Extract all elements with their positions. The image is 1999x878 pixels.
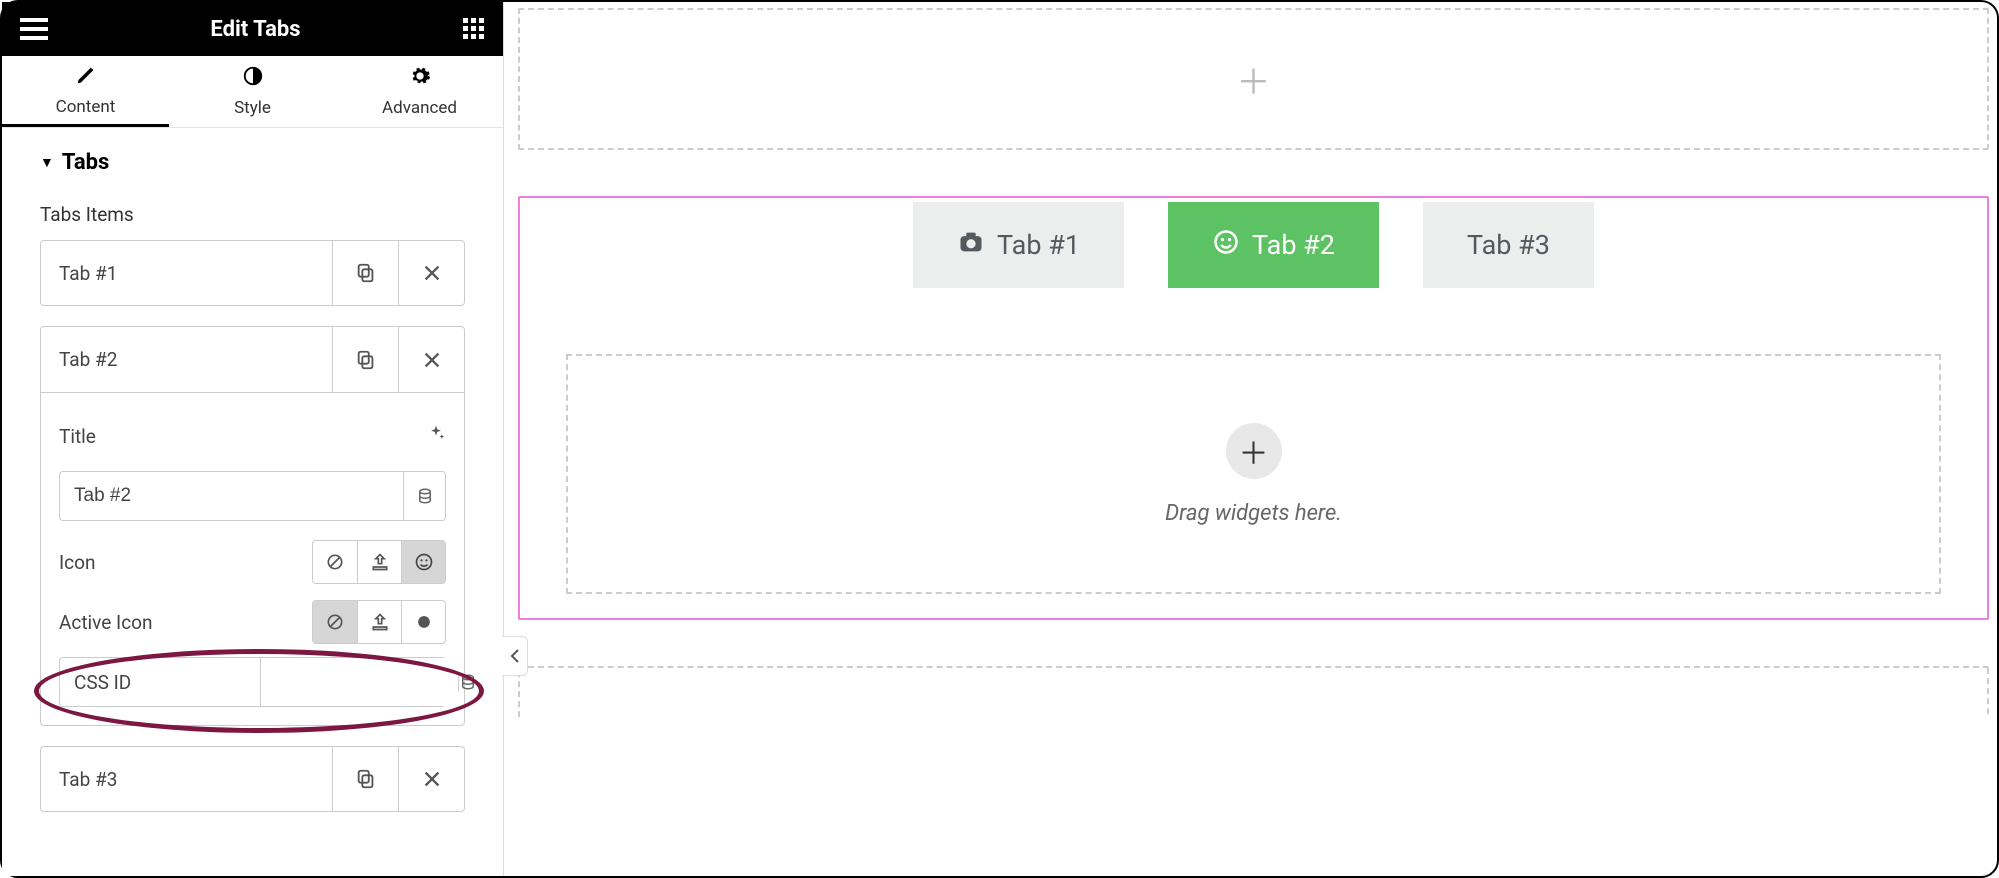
tab-nav-3[interactable]: Tab #3 [1423, 202, 1594, 288]
active-icon-options [312, 600, 446, 644]
active-icon-none-option[interactable] [313, 601, 357, 643]
tabs-widget-selected[interactable]: Tab #1 Tab #2 Tab #3 ＋ Drag widgets here… [518, 196, 1989, 620]
smile-icon [1212, 228, 1240, 263]
panel-tab-label: Content [56, 97, 116, 117]
remove-button[interactable] [398, 747, 464, 811]
icon-options [312, 540, 446, 584]
duplicate-button[interactable] [332, 327, 398, 392]
icon-library-option[interactable] [401, 541, 445, 583]
active-icon-label: Active Icon [59, 611, 153, 634]
sidebar-title: Edit Tabs [210, 17, 300, 42]
active-icon-upload-option[interactable] [357, 601, 401, 643]
remove-button[interactable] [398, 241, 464, 305]
tab-nav-label: Tab #2 [1252, 229, 1335, 261]
section-toggle-tabs[interactable]: ▼ Tabs [40, 150, 465, 175]
tab-nav-label: Tab #1 [997, 229, 1080, 261]
active-icon-control-row: Active Icon [59, 597, 446, 647]
caret-down-icon: ▼ [40, 154, 54, 171]
icon-control-row: Icon [59, 537, 446, 587]
tab-nav-1[interactable]: Tab #1 [913, 202, 1124, 288]
tab-advanced[interactable]: Advanced [336, 56, 503, 127]
tab-content-area: ＋ Drag widgets here. [520, 288, 1987, 618]
tab-item-expanded: Tab #2 Title Icon [40, 326, 465, 726]
title-input[interactable] [60, 472, 403, 520]
ai-sparkle-icon[interactable] [426, 424, 446, 448]
duplicate-button[interactable] [332, 747, 398, 811]
tab-nav-2[interactable]: Tab #2 [1168, 202, 1379, 288]
section-title: Tabs [62, 150, 109, 175]
css-id-row: CSS ID [59, 657, 446, 707]
title-input-wrap [59, 471, 446, 521]
dropzone-hint: Drag widgets here. [1165, 501, 1342, 526]
camera-icon [957, 228, 985, 263]
contrast-icon [242, 65, 264, 92]
tab-item-title[interactable]: Tab #3 [41, 747, 332, 811]
widgets-grid-icon[interactable] [463, 18, 485, 40]
add-widget-button[interactable]: ＋ [1226, 423, 1282, 479]
active-icon-library-option[interactable] [401, 601, 445, 643]
sidebar-header: Edit Tabs [2, 2, 503, 56]
icon-none-option[interactable] [313, 541, 357, 583]
tabs-items-label: Tabs Items [40, 203, 465, 226]
title-label: Title [59, 425, 96, 448]
dynamic-data-icon[interactable] [403, 472, 445, 520]
add-section-icon[interactable]: ＋ [1237, 55, 1271, 104]
section-dropzone-bottom[interactable] [518, 666, 1989, 718]
widget-dropzone[interactable]: ＋ Drag widgets here. [566, 354, 1941, 594]
dynamic-data-icon[interactable] [458, 673, 477, 691]
gear-icon [409, 65, 431, 92]
duplicate-button[interactable] [332, 241, 398, 305]
icon-upload-option[interactable] [357, 541, 401, 583]
tab-item-title[interactable]: Tab #2 [41, 327, 332, 392]
tab-content[interactable]: Content [2, 56, 169, 127]
tab-item-row: Tab #1 [40, 240, 465, 306]
panel-tabs: Content Style Advanced [2, 56, 503, 128]
editor-sidebar: Edit Tabs Content Style Advanced ▼ Tabs … [2, 2, 504, 876]
pencil-icon [75, 64, 97, 91]
remove-button[interactable] [398, 327, 464, 392]
section-dropzone-top[interactable]: ＋ [518, 8, 1989, 150]
editor-canvas: ＋ Tab #1 Tab #2 Tab #3 ＋ Drag widgets he… [504, 2, 1997, 876]
panel-tab-label: Style [234, 98, 271, 118]
tab-style[interactable]: Style [169, 56, 336, 127]
menu-icon[interactable] [20, 18, 48, 40]
tab-item-row: Tab #2 [41, 327, 464, 393]
tabs-nav: Tab #1 Tab #2 Tab #3 [520, 198, 1987, 288]
css-id-input[interactable] [260, 658, 458, 706]
tab-item-row: Tab #3 [40, 746, 465, 812]
panel-body: ▼ Tabs Tabs Items Tab #1 Tab #2 Title [2, 128, 503, 832]
collapse-sidebar-handle[interactable] [502, 636, 528, 676]
css-id-label: CSS ID [60, 671, 260, 694]
panel-tab-label: Advanced [382, 98, 457, 118]
tab-item-title[interactable]: Tab #1 [41, 241, 332, 305]
title-control-row: Title [59, 411, 446, 461]
tab-nav-label: Tab #3 [1467, 229, 1550, 261]
icon-label: Icon [59, 551, 95, 574]
